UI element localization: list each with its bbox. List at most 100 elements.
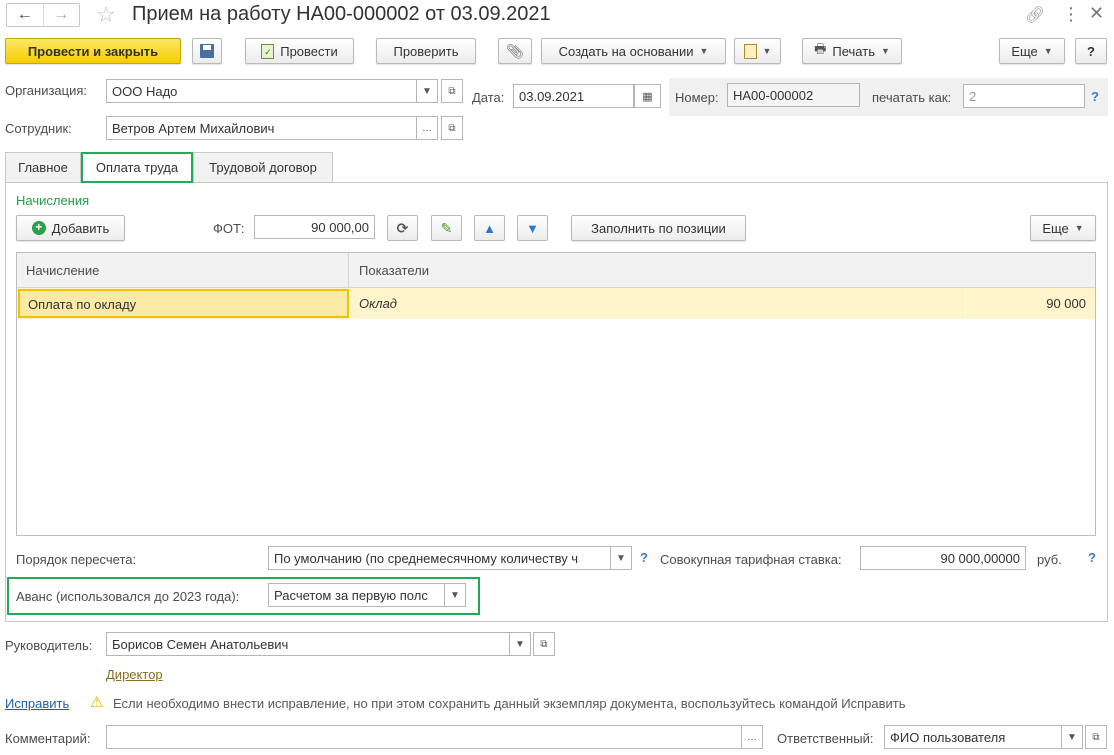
responsible-open-button[interactable]: ⧉ <box>1085 725 1107 749</box>
help-button[interactable]: ? <box>1075 38 1107 64</box>
more-button[interactable]: Еще ▼ <box>999 38 1065 64</box>
post-button[interactable]: ✓ Провести <box>245 38 354 64</box>
close-icon[interactable]: ✕ <box>1089 3 1104 24</box>
post-and-close-button[interactable]: Провести и закрыть <box>5 38 181 64</box>
paperclip-icon: 📎︎ <box>506 42 524 59</box>
printer-icon: 🖶︎ <box>814 41 827 56</box>
forward-arrow-icon[interactable]: → <box>44 4 80 26</box>
comment-label: Комментарий: <box>5 731 91 746</box>
org-label: Организация: <box>5 83 88 98</box>
chevron-down-icon: ▼ <box>1067 731 1077 743</box>
ellipsis-icon: … <box>422 122 432 134</box>
star-icon[interactable]: ☆ <box>96 2 116 28</box>
print-button[interactable]: 🖶︎ Печать ▼ <box>802 38 902 64</box>
tab-third[interactable]: Трудовой договор <box>193 152 333 182</box>
number-label: Номер: <box>675 90 719 105</box>
employee-open-button[interactable]: ⧉ <box>441 116 463 140</box>
tariff-help-icon[interactable]: ? <box>1088 550 1096 565</box>
column-indicators-header[interactable]: Показатели <box>350 253 429 288</box>
table-row[interactable]: Оплата по окладу Оклад 90 000 <box>17 288 1095 319</box>
tab-main[interactable]: Главное <box>5 152 81 182</box>
doc-generate-icon <box>743 43 757 59</box>
manager-field[interactable]: Борисов Семен Анатольевич <box>106 632 510 656</box>
fix-warning-text: Если необходимо внести исправление, но п… <box>113 696 906 711</box>
add-label: Добавить <box>51 220 110 236</box>
add-button[interactable]: + Добавить <box>16 215 125 241</box>
recalc-help-icon[interactable]: ? <box>640 550 648 565</box>
generate-docs-button[interactable]: ▼ <box>734 38 781 64</box>
employee-label: Сотрудник: <box>5 121 72 136</box>
number-field[interactable]: НА00-000002 <box>727 83 860 107</box>
refresh-button[interactable]: ⟳ <box>387 215 418 241</box>
cell-accrual[interactable]: Оплата по окладу <box>18 289 349 318</box>
back-button[interactable]: ← → <box>6 3 80 27</box>
open-icon: ⧉ <box>540 638 548 650</box>
date-label: Дата: <box>472 90 505 105</box>
comment-expand-button[interactable]: … <box>741 725 763 749</box>
org-open-button[interactable]: ⧉ <box>441 79 463 103</box>
manager-open-button[interactable]: ⧉ <box>533 632 555 656</box>
comment-field[interactable] <box>106 725 742 749</box>
cell-indicator-value[interactable]: 90 000 <box>967 288 1095 319</box>
save-button[interactable] <box>192 38 222 64</box>
print-as-help-icon[interactable]: ? <box>1091 89 1099 104</box>
check-button[interactable]: Проверить <box>376 38 476 64</box>
edit-button[interactable]: ✎ <box>431 215 462 241</box>
print-as-field[interactable]: 2 <box>963 84 1085 108</box>
save-icon <box>200 44 214 58</box>
move-down-button[interactable]: ▼ <box>517 215 548 241</box>
warning-icon: ⚠ <box>90 694 104 711</box>
currency-label: руб. <box>1037 552 1062 567</box>
chevron-down-icon: ▼ <box>880 46 890 56</box>
post-doc-icon: ✓ <box>261 43 275 59</box>
chevron-down-icon: ▼ <box>450 589 460 601</box>
print-as-label: печатать как: <box>872 90 952 105</box>
recalc-label: Порядок пересчета: <box>16 552 137 567</box>
calendar-icon: ▦ <box>642 90 653 103</box>
manager-dropdown-button[interactable]: ▼ <box>509 632 531 656</box>
cell-indicator[interactable]: Оклад <box>350 288 966 319</box>
accruals-table: Начисление Показатели Оплата по окладу О… <box>16 252 1096 536</box>
back-arrow-icon[interactable]: ← <box>7 4 44 26</box>
ellipsis-icon: … <box>747 731 757 743</box>
open-icon: ⧉ <box>448 85 456 97</box>
accruals-section-title: Начисления <box>16 193 90 208</box>
date-field[interactable]: 03.09.2021 <box>513 84 634 108</box>
link-icon[interactable]: 🔗︎ <box>1025 5 1045 25</box>
org-field[interactable]: ООО Надо <box>106 79 417 103</box>
chevron-down-icon: ▼ <box>1043 46 1053 56</box>
window-title: Прием на работу НА00-000002 от 03.09.202… <box>132 3 551 25</box>
fot-field[interactable]: 90 000,00 <box>254 215 375 239</box>
more-vertical-icon[interactable]: ⋮ <box>1062 4 1080 25</box>
post-label: Провести <box>280 43 338 59</box>
recalc-select[interactable]: По умолчанию (по среднемесячному количес… <box>268 546 611 570</box>
refresh-icon: ⟳ <box>396 219 409 236</box>
calendar-button[interactable]: ▦ <box>634 84 661 108</box>
create-based-on-label: Создать на основании <box>558 43 694 59</box>
accruals-more-button[interactable]: Еще ▼ <box>1030 215 1096 241</box>
responsible-dropdown-button[interactable]: ▼ <box>1061 725 1083 749</box>
accruals-more-label: Еще <box>1042 220 1069 236</box>
advance-dropdown-button[interactable]: ▼ <box>444 583 466 607</box>
org-dropdown-button[interactable]: ▼ <box>416 79 438 103</box>
chevron-down-icon: ▼ <box>616 552 626 564</box>
fot-label: ФОТ: <box>213 221 245 236</box>
recalc-dropdown-button[interactable]: ▼ <box>610 546 632 570</box>
chevron-down-icon: ▼ <box>515 638 525 650</box>
responsible-field[interactable]: ФИО пользователя <box>884 725 1062 749</box>
column-accrual-header[interactable]: Начисление <box>17 253 349 288</box>
tab-salary[interactable]: Оплата труда <box>81 152 193 183</box>
chevron-down-icon: ▼ <box>699 46 709 56</box>
employee-select-button[interactable]: … <box>416 116 438 140</box>
tariff-rate-field[interactable]: 90 000,00000 <box>860 546 1026 570</box>
fix-link[interactable]: Исправить <box>5 696 69 711</box>
open-icon: ⧉ <box>448 122 456 134</box>
employee-field[interactable]: Ветров Артем Михайлович <box>106 116 417 140</box>
move-up-button[interactable]: ▲ <box>474 215 505 241</box>
advance-select[interactable]: Расчетом за первую полс <box>268 583 445 607</box>
create-based-on-button[interactable]: Создать на основании ▼ <box>541 38 726 64</box>
fill-by-position-button[interactable]: Заполнить по позиции <box>571 215 746 241</box>
manager-position-link[interactable]: Директор <box>106 667 163 682</box>
attach-button[interactable]: 📎︎ <box>498 38 532 64</box>
manager-label: Руководитель: <box>5 638 93 653</box>
